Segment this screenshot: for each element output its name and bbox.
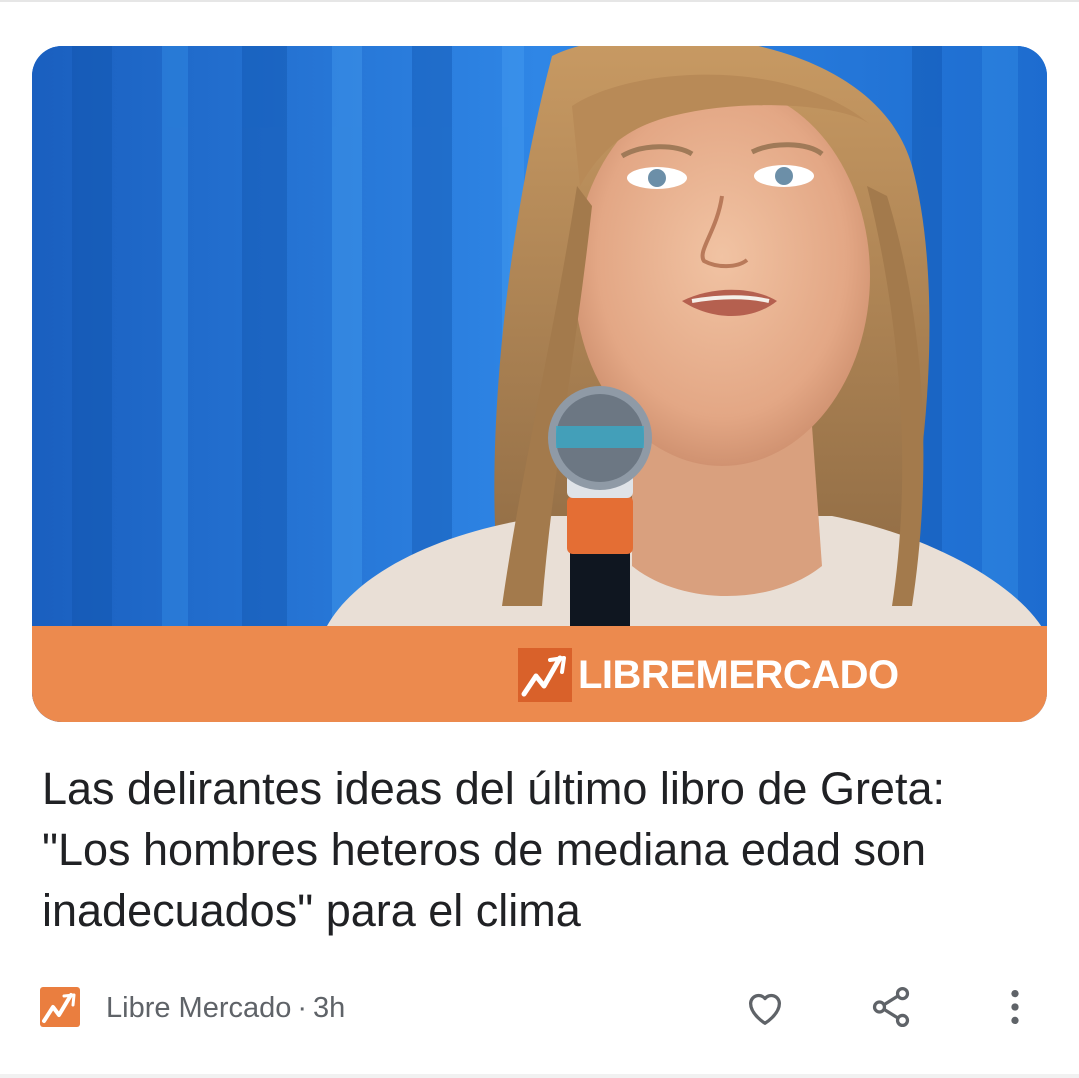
bottom-divider — [0, 1074, 1079, 1078]
photo-illustration — [32, 46, 1047, 722]
meta-separator: · — [297, 992, 308, 1024]
more-options-button[interactable] — [990, 982, 1040, 1032]
source-name[interactable]: Libre Mercado — [106, 992, 291, 1024]
source-meta: Libre Mercado · 3h — [106, 990, 345, 1026]
article-image[interactable]: LIBREMERCADO — [32, 46, 1047, 722]
article-headline[interactable]: Las delirantes ideas del último libro de… — [42, 758, 1042, 941]
more-vertical-icon — [1011, 989, 1019, 1025]
article-footer: Libre Mercado · 3h — [40, 982, 1040, 1032]
libremercado-source-icon[interactable] — [40, 987, 80, 1027]
heart-icon — [748, 993, 782, 1025]
share-icon — [872, 986, 910, 1028]
news-card[interactable]: LIBREMERCADO Las delirantes ideas del úl… — [0, 0, 1079, 1078]
share-button[interactable] — [866, 982, 916, 1032]
like-button[interactable] — [740, 982, 790, 1032]
article-age: 3h — [313, 992, 346, 1024]
brand-band: LIBREMERCADO — [32, 626, 1047, 722]
brand-logo-text: LIBREMERCADO — [578, 653, 899, 697]
libremercado-logo-icon — [518, 648, 572, 702]
brand-logo: LIBREMERCADO — [518, 648, 899, 702]
